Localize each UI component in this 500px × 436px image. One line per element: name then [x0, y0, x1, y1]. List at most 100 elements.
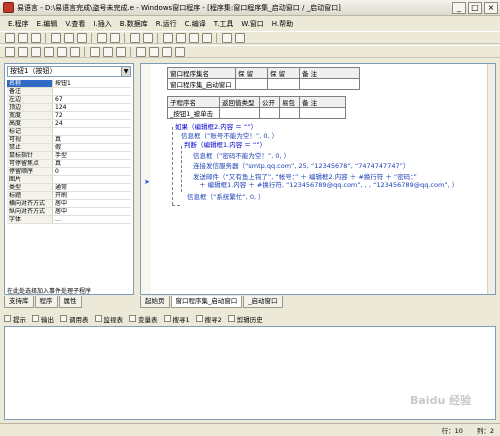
menu-tools[interactable]: T.工具 — [210, 19, 238, 29]
prop-row[interactable]: 可停留焦点真 — [7, 160, 131, 168]
menu-program[interactable]: E.程序 — [4, 19, 33, 29]
space-vertical-icon[interactable] — [148, 46, 159, 57]
tab-class-window[interactable]: 窗口程序集_启动窗口 — [170, 296, 243, 308]
chevron-down-icon[interactable]: ▼ — [121, 67, 130, 76]
prop-row[interactable]: 备注 — [7, 88, 131, 96]
tab-search2[interactable]: 搜寻2 — [195, 314, 222, 324]
code-line[interactable]: 信息框（“系统繁忙”, 0, ） — [187, 193, 265, 201]
sub-cell[interactable] — [299, 107, 346, 119]
tab-properties[interactable]: 属性 — [58, 296, 82, 308]
prop-value[interactable] — [53, 176, 131, 183]
prop-value[interactable]: 0 — [53, 168, 131, 175]
align-center-icon[interactable] — [17, 46, 28, 57]
maximize-button[interactable]: □ — [468, 1, 482, 14]
tab-output[interactable]: 输出 — [32, 314, 54, 324]
tab-clip-history[interactable]: 剪辑历史 — [227, 314, 263, 324]
align-bottom-icon[interactable] — [69, 46, 80, 57]
code-line[interactable]: 信息框（“密码不能为空！”, 0, ） — [193, 152, 290, 160]
new-file-icon[interactable] — [4, 32, 15, 43]
align-right-icon[interactable] — [30, 46, 41, 57]
sub-cell[interactable] — [279, 107, 300, 119]
menu-help[interactable]: H.帮助 — [268, 19, 297, 29]
prop-row[interactable]: 停留顺序 0 — [7, 168, 131, 176]
tab-call-stack[interactable]: 调用表 — [60, 314, 89, 324]
open-folder-icon[interactable] — [17, 32, 28, 43]
code-line[interactable]: 如果（编辑框2.内容 ＝ “”） — [175, 123, 257, 131]
center-horizontal-icon[interactable] — [161, 46, 172, 57]
minimize-button[interactable]: _ — [452, 1, 466, 14]
prop-value[interactable]: 124 — [53, 104, 131, 111]
code-line[interactable]: 信息框（“账号不能为空！”, 0, ） — [181, 132, 278, 140]
help-icon[interactable] — [234, 32, 245, 43]
align-middle-icon[interactable] — [56, 46, 67, 57]
center-vertical-icon[interactable] — [174, 46, 185, 57]
prop-value[interactable]: 开刷 — [53, 192, 131, 199]
code-line[interactable]: ＋ 编辑框1.内容 ＋ #换行符, “123456789@qq.com”, , … — [199, 181, 458, 189]
sub-cell[interactable] — [219, 107, 260, 119]
tab-watch[interactable]: 监视表 — [94, 314, 123, 324]
prop-value[interactable] — [53, 88, 131, 95]
prop-value[interactable] — [53, 128, 131, 135]
class-cell[interactable] — [299, 78, 360, 90]
tab-start-page[interactable]: 起始页 — [140, 296, 170, 308]
tab-variables[interactable]: 变量表 — [129, 314, 158, 324]
stop-icon[interactable] — [175, 32, 186, 43]
menu-insert[interactable]: I.插入 — [89, 19, 115, 29]
prop-row[interactable]: 名称 按钮1 — [7, 80, 131, 88]
tab-startup-window[interactable]: _启动窗口 — [243, 296, 283, 308]
copy-icon[interactable] — [63, 32, 74, 43]
menu-run[interactable]: R.运行 — [152, 19, 181, 29]
cut-icon[interactable] — [50, 32, 61, 43]
prop-row[interactable]: 顶边 124 — [7, 104, 131, 112]
align-top-icon[interactable] — [43, 46, 54, 57]
tab-tips[interactable]: 提示 — [4, 314, 26, 324]
prop-value[interactable]: 67 — [53, 96, 131, 103]
same-size-icon[interactable] — [115, 46, 126, 57]
prop-value[interactable]: 居中 — [53, 200, 131, 207]
code-editor[interactable]: ➤ 窗口程序集名 保 留 保 留 备 注 窗口程序集_启动窗口 子程序名 返回值… — [140, 63, 496, 295]
prop-value[interactable]: 72 — [53, 112, 131, 119]
code-line[interactable]: 连接发信服务器（“smtp.qq.com”, 25, “12345678”, “… — [193, 162, 409, 170]
prop-value[interactable]: 假 — [53, 144, 131, 151]
prop-value[interactable]: 真 — [53, 160, 131, 167]
menu-window[interactable]: W.窗口 — [237, 19, 267, 29]
sub-name-cell[interactable]: _按钮1_被单击 — [167, 107, 220, 119]
space-horizontal-icon[interactable] — [135, 46, 146, 57]
same-height-icon[interactable] — [102, 46, 113, 57]
code-line[interactable]: 发送邮件（“又有鱼上钩了”, “帐号：” ＋ 编辑框2.内容 ＋ #换行符 ＋ … — [193, 173, 417, 181]
prop-value[interactable]: 真 — [53, 136, 131, 143]
compile-icon[interactable] — [221, 32, 232, 43]
breakpoint-icon[interactable] — [201, 32, 212, 43]
replace-icon[interactable] — [142, 32, 153, 43]
class-name-cell[interactable]: 窗口程序集_启动窗口 — [167, 78, 236, 90]
tab-support-library[interactable]: 支持库 — [4, 296, 34, 308]
undo-icon[interactable] — [96, 32, 107, 43]
code-line[interactable]: 判断（编辑框1.内容 ＝ “”） — [184, 141, 266, 149]
class-cell[interactable] — [235, 78, 268, 90]
prop-row[interactable]: 横向对齐方式 居中 — [7, 200, 131, 208]
tab-search1[interactable]: 搜寻1 — [163, 314, 190, 324]
menu-database[interactable]: B.数据库 — [116, 19, 152, 29]
class-cell[interactable] — [267, 78, 300, 90]
prop-value[interactable]: 通常 — [53, 184, 131, 191]
prop-row[interactable]: 高度 24 — [7, 120, 131, 128]
prop-row[interactable]: 鼠标指针 手型 — [7, 152, 131, 160]
prop-row[interactable]: 标记 — [7, 128, 131, 136]
menu-compile[interactable]: C.编译 — [181, 19, 210, 29]
sub-cell[interactable] — [259, 107, 280, 119]
run-icon[interactable] — [162, 32, 173, 43]
close-button[interactable]: × — [484, 1, 498, 14]
prop-value[interactable]: 居中 — [53, 208, 131, 215]
save-icon[interactable] — [30, 32, 41, 43]
menu-edit[interactable]: E.编辑 — [33, 19, 62, 29]
prop-row[interactable]: 左边 67 — [7, 96, 131, 104]
editor-vertical-scrollbar[interactable] — [487, 64, 495, 294]
prop-row[interactable]: 禁止假 — [7, 144, 131, 152]
align-left-icon[interactable] — [4, 46, 15, 57]
prop-value[interactable]: 手型 — [53, 152, 131, 159]
prop-row[interactable]: 字体... — [7, 216, 131, 224]
prop-row[interactable]: 可视真 — [7, 136, 131, 144]
paste-icon[interactable] — [76, 32, 87, 43]
prop-value[interactable]: ... — [53, 216, 131, 223]
prop-row[interactable]: 类型 通常 — [7, 184, 131, 192]
